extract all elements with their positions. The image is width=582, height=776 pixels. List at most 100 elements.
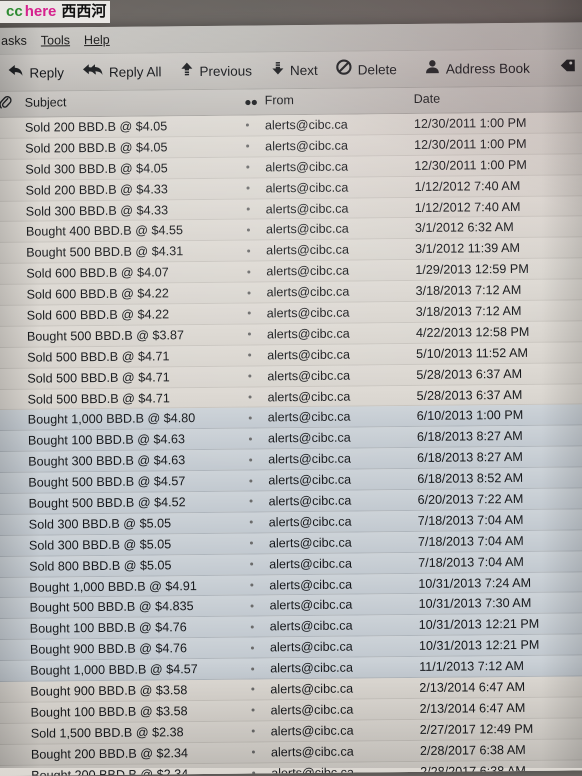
thread-dot-icon	[248, 312, 251, 315]
thread-dot-icon	[251, 667, 254, 670]
menu-item-tasks[interactable]: asks	[0, 32, 34, 50]
message-sender: alerts@cibc.ca	[267, 347, 350, 362]
message-subject: Sold 300 BBD.B @ $4.05	[25, 161, 167, 176]
message-date: 6/18/2013 8:27 AM	[417, 450, 523, 465]
reply-all-button[interactable]: Reply All	[76, 58, 168, 86]
thread-dot-icon	[251, 688, 254, 691]
message-date: 7/18/2013 7:04 AM	[418, 534, 524, 549]
thread-dot-icon	[249, 396, 252, 399]
message-sender: alerts@cibc.ca	[270, 682, 353, 697]
message-date: 3/1/2012 11:39 AM	[415, 241, 520, 256]
message-sender: alerts@cibc.ca	[271, 765, 354, 776]
message-subject: Sold 600 BBD.B @ $4.07	[26, 265, 168, 280]
message-date: 10/31/2013 12:21 PM	[419, 638, 540, 653]
tag-button[interactable]: Tag	[554, 53, 582, 81]
thread-dot-icon	[247, 270, 250, 273]
message-subject: Sold 1,500 BBD.B @ $2.38	[31, 725, 184, 740]
thread-dot-icon	[247, 228, 250, 231]
message-date: 1/12/2012 7:40 AM	[414, 179, 520, 194]
message-subject: Bought 900 BBD.B @ $3.58	[30, 683, 187, 699]
message-sender: alerts@cibc.ca	[265, 118, 348, 133]
message-subject: Bought 100 BBD.B @ $4.76	[30, 620, 187, 636]
message-subject: Sold 200 BBD.B @ $4.05	[25, 119, 167, 134]
message-subject: Sold 300 BBD.B @ $4.33	[26, 203, 168, 218]
message-subject: Sold 500 BBD.B @ $4.71	[27, 391, 169, 406]
message-date: 2/13/2014 6:47 AM	[419, 680, 525, 695]
message-subject: Sold 600 BBD.B @ $4.22	[26, 286, 168, 301]
thread-dot-icon	[250, 521, 253, 524]
message-date: 3/1/2012 6:32 AM	[415, 220, 514, 235]
message-subject: Sold 200 BBD.B @ $4.05	[25, 140, 167, 155]
mail-client-window: asks Tools Help Reply Reply	[0, 22, 582, 776]
message-subject: Sold 300 BBD.B @ $5.05	[29, 537, 171, 552]
message-subject: Bought 300 BBD.B @ $4.63	[28, 453, 185, 469]
column-header-subject[interactable]: Subject	[25, 95, 67, 109]
message-subject: Bought 900 BBD.B @ $4.76	[30, 641, 187, 657]
previous-button[interactable]: Previous	[173, 57, 258, 85]
message-subject: Bought 400 BBD.B @ $4.55	[26, 224, 183, 240]
message-sender: alerts@cibc.ca	[265, 138, 348, 153]
message-subject: Bought 1,000 BBD.B @ $4.80	[28, 411, 196, 427]
message-subject: Sold 500 BBD.B @ $4.71	[27, 370, 169, 385]
message-subject: Sold 500 BBD.B @ $4.71	[27, 349, 169, 364]
menu-item-help-label: Help	[84, 33, 110, 47]
thread-dot-icon	[251, 625, 254, 628]
message-sender: alerts@cibc.ca	[267, 326, 350, 341]
message-date: 6/10/2013 1:00 PM	[417, 408, 524, 423]
message-date: 10/31/2013 7:24 AM	[418, 575, 531, 590]
message-sender: alerts@cibc.ca	[266, 222, 349, 237]
next-button[interactable]: Next	[264, 56, 324, 84]
menu-item-tools[interactable]: Tools	[34, 31, 77, 49]
thread-column-icon[interactable]	[245, 95, 259, 109]
message-date: 3/18/2013 7:12 AM	[415, 283, 521, 298]
message-list[interactable]: Sold 200 BBD.B @ $4.05 alerts@cibc.ca 12/3…	[0, 112, 582, 776]
thread-dot-icon	[247, 187, 250, 190]
thread-dot-icon	[247, 208, 250, 211]
message-date: 2/28/2017 6:38 AM	[420, 763, 526, 776]
message-sender: alerts@cibc.ca	[271, 723, 354, 738]
thread-dot-icon	[246, 166, 249, 169]
message-date: 2/27/2017 12:49 PM	[420, 722, 534, 737]
menu-item-tools-label: Tools	[41, 33, 70, 47]
thread-dot-icon	[248, 375, 251, 378]
message-date: 5/28/2013 6:37 AM	[416, 387, 522, 402]
message-date: 5/10/2013 11:52 AM	[416, 346, 528, 361]
message-subject: Bought 200 BBD.B @ $2.34	[31, 746, 188, 762]
message-sender: alerts@cibc.ca	[268, 452, 351, 467]
tag-icon	[560, 57, 577, 78]
message-sender: alerts@cibc.ca	[267, 306, 350, 321]
message-date: 5/28/2013 6:37 AM	[416, 367, 522, 382]
attachment-column-icon[interactable]	[0, 95, 12, 113]
message-date: 12/30/2011 1:00 PM	[414, 137, 527, 152]
thread-dot-icon	[246, 145, 249, 148]
person-icon	[425, 58, 441, 79]
message-subject: Sold 200 BBD.B @ $4.33	[25, 182, 167, 197]
address-book-button[interactable]: Address Book	[419, 54, 536, 82]
thread-dot-icon	[248, 291, 251, 294]
message-date: 10/31/2013 7:30 AM	[418, 596, 531, 611]
message-date: 3/18/2013 7:12 AM	[416, 304, 522, 319]
message-date: 7/18/2013 7:04 AM	[418, 513, 524, 528]
message-date: 12/30/2011 1:00 PM	[414, 116, 527, 131]
reply-button[interactable]: Reply	[0, 59, 70, 87]
thread-dot-icon	[248, 354, 251, 357]
message-sender: alerts@cibc.ca	[269, 598, 352, 613]
menu-item-help[interactable]: Help	[77, 31, 117, 49]
thread-dot-icon	[249, 479, 252, 482]
message-sender: alerts@cibc.ca	[269, 556, 352, 571]
column-header-date[interactable]: Date	[414, 92, 441, 106]
thread-dot-icon	[247, 249, 250, 252]
message-subject: Bought 500 BBD.B @ $4.31	[26, 244, 183, 260]
reply-arrow-icon	[6, 62, 24, 83]
column-header-from[interactable]: From	[265, 93, 294, 107]
thread-dot-icon	[252, 751, 255, 754]
delete-button[interactable]: Delete	[330, 55, 403, 84]
message-sender: alerts@cibc.ca	[267, 368, 350, 383]
message-sender: alerts@cibc.ca	[270, 619, 353, 634]
message-sender: alerts@cibc.ca	[269, 577, 352, 592]
message-subject: Bought 100 BBD.B @ $3.58	[31, 704, 188, 720]
message-date: 1/29/2013 12:59 PM	[415, 262, 529, 277]
watermark-cc: cc	[6, 3, 23, 20]
message-sender: alerts@cibc.ca	[265, 180, 348, 195]
message-sender: alerts@cibc.ca	[269, 535, 352, 550]
